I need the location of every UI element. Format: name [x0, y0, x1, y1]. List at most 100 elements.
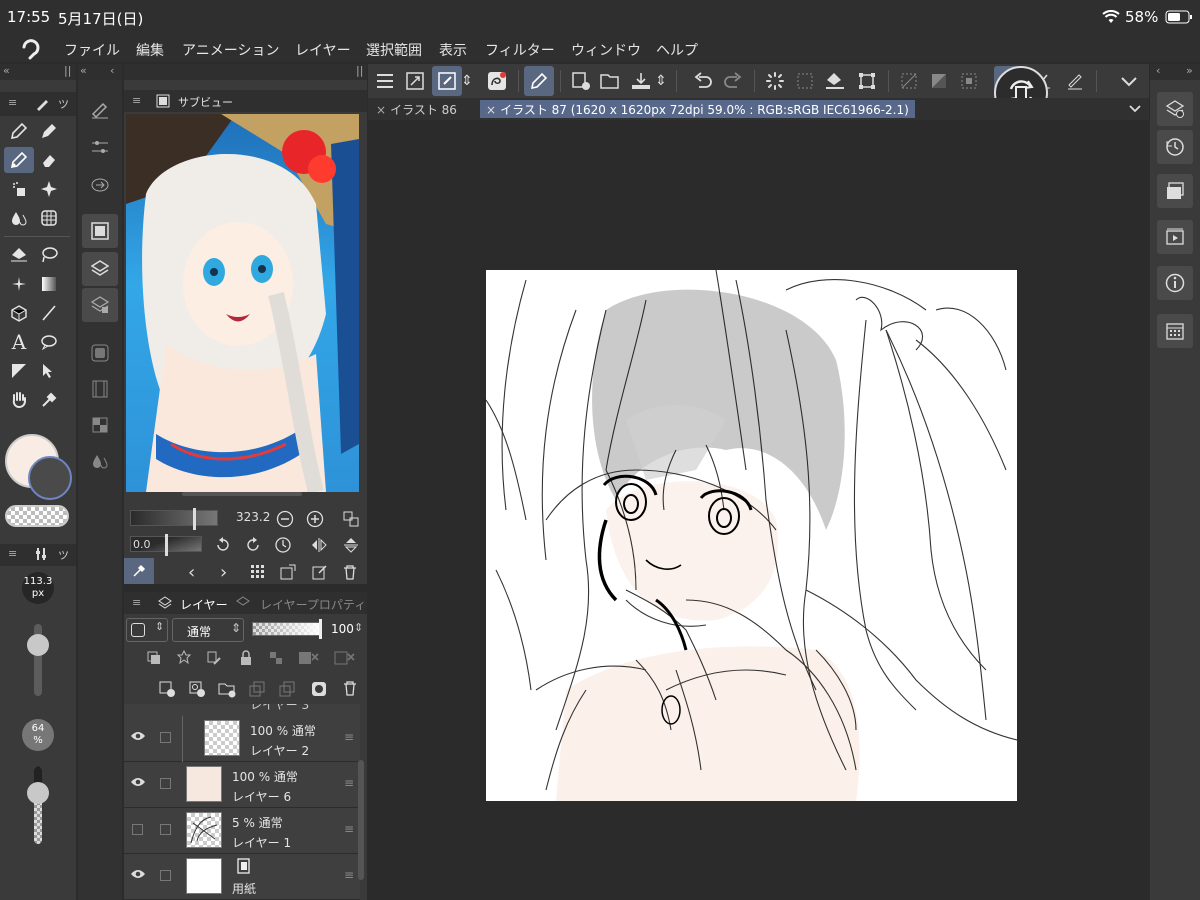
edit-image-icon[interactable] — [312, 564, 328, 580]
invert-selection-icon[interactable] — [924, 66, 954, 96]
brush-size-value[interactable]: 113.3 px — [22, 572, 54, 604]
panel-collapse-bar[interactable]: « || — [0, 64, 76, 80]
delete-layer-icon[interactable] — [342, 680, 358, 696]
transfer-down-icon[interactable] — [248, 680, 266, 698]
pen-icon[interactable] — [4, 118, 34, 144]
layer-row[interactable]: 5 % 通常 レイヤー 1 ≡ — [124, 808, 360, 854]
eyedropper-icon[interactable] — [34, 387, 64, 413]
menu-layer[interactable]: レイヤー — [295, 40, 351, 60]
layer-tab[interactable]: レイヤー — [180, 596, 228, 613]
grid-icon[interactable] — [34, 205, 64, 231]
tool-tab-label[interactable]: ツ — [58, 96, 69, 112]
menu-filter[interactable]: フィルター — [485, 40, 555, 60]
brush-icon[interactable] — [4, 147, 34, 173]
airbrush-icon[interactable] — [4, 176, 34, 202]
info-icon[interactable] — [1157, 266, 1193, 300]
doc-tab-86[interactable]: × イラスト 86 — [370, 100, 463, 118]
menu-animation[interactable]: アニメーション — [182, 40, 279, 60]
tab-list-chevron-down-icon[interactable] — [1128, 101, 1142, 115]
auto-select-icon[interactable] — [4, 271, 34, 297]
sub-tool-detail-icon[interactable] — [82, 92, 118, 126]
menu-edit[interactable]: 編集 — [136, 40, 164, 60]
open-folder-icon[interactable] — [596, 66, 626, 96]
app-logo-icon[interactable] — [20, 38, 42, 60]
new-raster-layer-icon[interactable] — [158, 680, 176, 698]
animation-cels-icon[interactable] — [1157, 220, 1193, 254]
collapse-toolbar-icon[interactable] — [1114, 66, 1144, 96]
hand-icon[interactable] — [4, 387, 34, 413]
blend-mode-select[interactable]: 通常 ⇕ — [172, 618, 244, 642]
new-canvas-icon[interactable] — [566, 66, 596, 96]
timeline-toggle-icon[interactable] — [82, 336, 118, 370]
loading-spinner-icon[interactable] — [760, 66, 790, 96]
draft-layer-icon[interactable] — [206, 650, 222, 666]
layer-opacity-slider[interactable] — [252, 619, 322, 639]
reference-image[interactable] — [126, 114, 359, 492]
opacity-slider[interactable] — [27, 766, 49, 844]
transparent-color-swatch[interactable] — [5, 505, 69, 527]
layer-visibility-checkbox[interactable] — [132, 824, 143, 835]
layer-mask-icon[interactable] — [310, 680, 328, 698]
merge-down-icon[interactable] — [278, 680, 296, 698]
close-icon[interactable]: × — [486, 103, 496, 117]
eye-icon[interactable] — [130, 868, 146, 880]
checker-icon[interactable] — [82, 408, 118, 442]
eye-icon[interactable] — [130, 730, 146, 742]
lock-icon[interactable] — [238, 650, 254, 666]
image-list-icon[interactable] — [250, 564, 266, 580]
eraser-icon[interactable] — [34, 147, 64, 173]
layer-row-paper[interactable]: 用紙 ≡ — [124, 854, 360, 900]
flip-horizontal-icon[interactable] — [310, 536, 328, 554]
layer-search-icon[interactable] — [1157, 92, 1193, 126]
lasso-icon[interactable] — [34, 242, 64, 268]
subview-eyedropper-icon[interactable] — [124, 558, 154, 584]
film-icon[interactable] — [82, 372, 118, 406]
flip-vertical-icon[interactable] — [342, 536, 360, 554]
redo-icon[interactable] — [718, 66, 748, 96]
tool-property-tab-label[interactable]: ツ — [58, 547, 69, 563]
opacity-value[interactable]: 64 % — [22, 719, 54, 751]
sub-color-swatch[interactable] — [28, 456, 72, 500]
import-image-icon[interactable] — [280, 564, 296, 580]
navigator-toggle-icon[interactable] — [82, 214, 118, 248]
menu-view[interactable]: 表示 — [439, 40, 467, 60]
object-icon[interactable] — [34, 358, 64, 384]
mask-enable-icon[interactable] — [298, 650, 320, 666]
expand-selection-icon[interactable] — [954, 66, 984, 96]
layer-opacity-value[interactable]: 100 — [331, 622, 354, 636]
reset-rotate-icon[interactable] — [274, 536, 292, 554]
fit-view-icon[interactable] — [342, 510, 360, 528]
sliders-icon[interactable] — [82, 130, 118, 164]
deselect-icon[interactable] — [790, 66, 820, 96]
ruler-icon[interactable] — [4, 358, 34, 384]
next-image-icon[interactable]: › — [220, 562, 227, 583]
layer-property-tab[interactable]: レイヤープロパティ — [260, 596, 364, 613]
layers-toggle-icon[interactable] — [82, 252, 118, 286]
new-folder-icon[interactable] — [218, 680, 236, 698]
menu-icon[interactable] — [370, 66, 400, 96]
mask-range-icon[interactable] — [334, 650, 356, 666]
drag-handle-icon[interactable]: ≡ — [344, 868, 354, 882]
menu-selection[interactable]: 選択範囲 — [366, 40, 422, 60]
line-icon[interactable] — [34, 300, 64, 326]
layer-panel-icon[interactable] — [1157, 174, 1193, 208]
doc-tab-87[interactable]: × イラスト 87 (1620 x 1620px 72dpi 59.0% : RG… — [480, 100, 915, 118]
rotate-right-icon[interactable] — [244, 536, 262, 554]
fill-selection-icon[interactable] — [820, 66, 850, 96]
zoom-slider[interactable] — [130, 508, 218, 530]
brush-tool-icon[interactable] — [524, 66, 554, 96]
save-stepper[interactable]: ⇕ — [652, 66, 670, 96]
rotate-left-icon[interactable] — [214, 536, 232, 554]
modifier-stepper[interactable]: ⇕ — [458, 66, 476, 96]
zoom-out-icon[interactable] — [276, 510, 294, 528]
layer-row[interactable]: 100 % 通常 レイヤー 6 ≡ — [124, 762, 360, 808]
layer-select-checkbox[interactable] — [160, 778, 171, 789]
drag-handle-icon[interactable]: ≡ — [344, 822, 354, 836]
close-icon[interactable]: × — [376, 103, 386, 117]
swap-icon[interactable] — [82, 168, 118, 202]
prev-image-icon[interactable]: ‹ — [188, 562, 195, 583]
zoom-in-icon[interactable] — [306, 510, 324, 528]
text-icon[interactable]: A — [4, 329, 34, 355]
menu-window[interactable]: ウィンドウ — [571, 40, 641, 60]
transform-icon[interactable] — [852, 66, 882, 96]
